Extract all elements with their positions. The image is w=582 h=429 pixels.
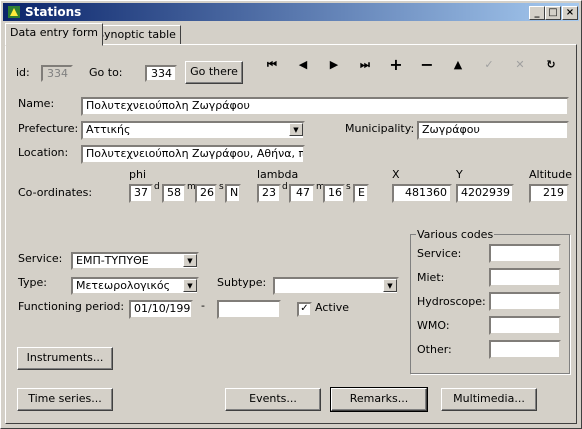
previous-record-icon[interactable]: ◀ — [295, 57, 311, 73]
app-icon — [7, 5, 21, 19]
type-label: Type: — [18, 276, 47, 289]
goto-label: Go to: — [89, 66, 123, 79]
y-label: Y — [456, 168, 463, 181]
confirm-icon[interactable]: ✓ — [481, 57, 497, 73]
lambda-minutes-field[interactable]: 47 — [289, 184, 315, 203]
type-value: Μετεωρολογικός — [76, 279, 171, 292]
functioning-period-label: Functioning period: — [18, 300, 125, 313]
code-hydroscope-label: Hydroscope: — [417, 295, 486, 308]
second-symbol: s — [346, 182, 351, 192]
id-label: id: — [16, 66, 30, 79]
type-select[interactable]: Μετεωρολογικός ▼ — [71, 277, 199, 295]
lambda-direction-field[interactable]: E — [353, 184, 369, 203]
code-service-field[interactable] — [489, 244, 561, 263]
period-separator: - — [201, 299, 205, 312]
lambda-label: lambda — [257, 168, 299, 181]
prefecture-label: Prefecture: — [18, 122, 79, 135]
go-there-button[interactable]: Go there — [185, 61, 243, 84]
various-codes-title: Various codes — [416, 228, 495, 241]
prefecture-value: Αττικής — [86, 123, 131, 136]
window-title: Stations — [25, 5, 82, 19]
stations-window: Stations _ □ × Data entry form Synoptic … — [0, 0, 582, 429]
events-button[interactable]: Events... — [225, 388, 321, 411]
name-field[interactable]: Πολυτεχνειούπολη Ζωγράφου — [81, 97, 569, 116]
close-button[interactable]: × — [562, 6, 578, 20]
period-end-field[interactable] — [217, 300, 281, 319]
refresh-icon[interactable]: ↻ — [543, 57, 559, 73]
multimedia-button[interactable]: Multimedia... — [441, 388, 537, 411]
cancel-icon[interactable]: ✕ — [512, 57, 528, 73]
code-miet-field[interactable] — [489, 268, 561, 287]
minimize-button[interactable]: _ — [529, 6, 545, 20]
service-select[interactable]: ΕΜΠ-ΤΥΠΥΘΕ ▼ — [71, 252, 199, 270]
x-field[interactable]: 481360 — [392, 184, 452, 203]
phi-degrees-field[interactable]: 37 — [129, 184, 153, 203]
id-field: 334 — [41, 65, 73, 82]
service-label: Service: — [18, 252, 63, 265]
add-record-icon[interactable]: + — [388, 57, 404, 73]
remarks-button[interactable]: Remarks... — [330, 387, 428, 412]
maximize-button[interactable]: □ — [545, 6, 561, 20]
altitude-field[interactable]: 219 — [529, 184, 569, 203]
phi-label: phi — [129, 168, 147, 181]
active-label: Active — [315, 301, 350, 314]
service-value: ΕΜΠ-ΤΥΠΥΘΕ — [76, 254, 149, 267]
subtype-select[interactable]: ▼ — [273, 277, 399, 295]
location-label: Location: — [18, 146, 69, 159]
time-series-button[interactable]: Time series... — [17, 388, 113, 411]
code-hydroscope-field[interactable] — [489, 292, 561, 311]
code-miet-label: Miet: — [417, 271, 445, 284]
tab-label: Data entry form — [10, 26, 98, 39]
tab-synoptic-table[interactable]: Synoptic table — [92, 25, 181, 45]
code-wmo-field[interactable] — [489, 316, 561, 335]
degree-symbol: d — [154, 182, 160, 192]
municipality-label: Municipality: — [345, 122, 415, 135]
chevron-down-icon[interactable]: ▼ — [383, 279, 397, 292]
lambda-seconds-field[interactable]: 16 — [323, 184, 345, 203]
prefecture-select[interactable]: Αττικής ▼ — [81, 121, 305, 140]
active-checkbox[interactable]: ✓ — [297, 302, 312, 317]
code-wmo-label: WMO: — [417, 319, 450, 332]
code-other-label: Other: — [417, 343, 452, 356]
title-bar[interactable]: Stations _ □ × — [3, 3, 579, 21]
tab-data-entry-form[interactable]: Data entry form — [5, 23, 103, 46]
y-field[interactable]: 4202939 — [456, 184, 514, 203]
code-other-field[interactable] — [489, 340, 561, 359]
first-record-icon[interactable]: ⏮ — [264, 57, 280, 73]
phi-seconds-field[interactable]: 26 — [195, 184, 217, 203]
x-label: X — [392, 168, 400, 181]
chevron-down-icon[interactable]: ▼ — [289, 123, 303, 136]
coordinates-label: Co-ordinates: — [18, 186, 93, 199]
lambda-degrees-field[interactable]: 23 — [257, 184, 281, 203]
code-service-label: Service: — [417, 247, 462, 260]
second-symbol: s — [219, 182, 224, 192]
period-start-field[interactable]: 01/10/1993 — [129, 300, 193, 319]
goto-input[interactable]: 334 — [145, 65, 177, 82]
delete-record-icon[interactable]: − — [419, 57, 435, 73]
tab-label: Synoptic table — [97, 28, 176, 41]
degree-symbol: d — [282, 182, 288, 192]
chevron-down-icon[interactable]: ▼ — [183, 254, 197, 267]
next-record-icon[interactable]: ▶ — [326, 57, 342, 73]
subtype-label: Subtype: — [217, 276, 267, 289]
edit-record-icon[interactable]: ▲ — [450, 57, 466, 73]
altitude-label: Altitude — [529, 168, 572, 181]
last-record-icon[interactable]: ⏭ — [357, 57, 373, 73]
name-label: Name: — [18, 97, 55, 110]
instruments-button[interactable]: Instruments... — [17, 347, 113, 370]
municipality-field[interactable]: Ζωγράφου — [417, 121, 569, 140]
chevron-down-icon[interactable]: ▼ — [183, 279, 197, 292]
location-field[interactable]: Πολυτεχνειούπολη Ζωγράφου, Αθήνα, περίπ — [81, 145, 305, 164]
phi-direction-field[interactable]: N — [225, 184, 241, 203]
phi-minutes-field[interactable]: 58 — [162, 184, 186, 203]
